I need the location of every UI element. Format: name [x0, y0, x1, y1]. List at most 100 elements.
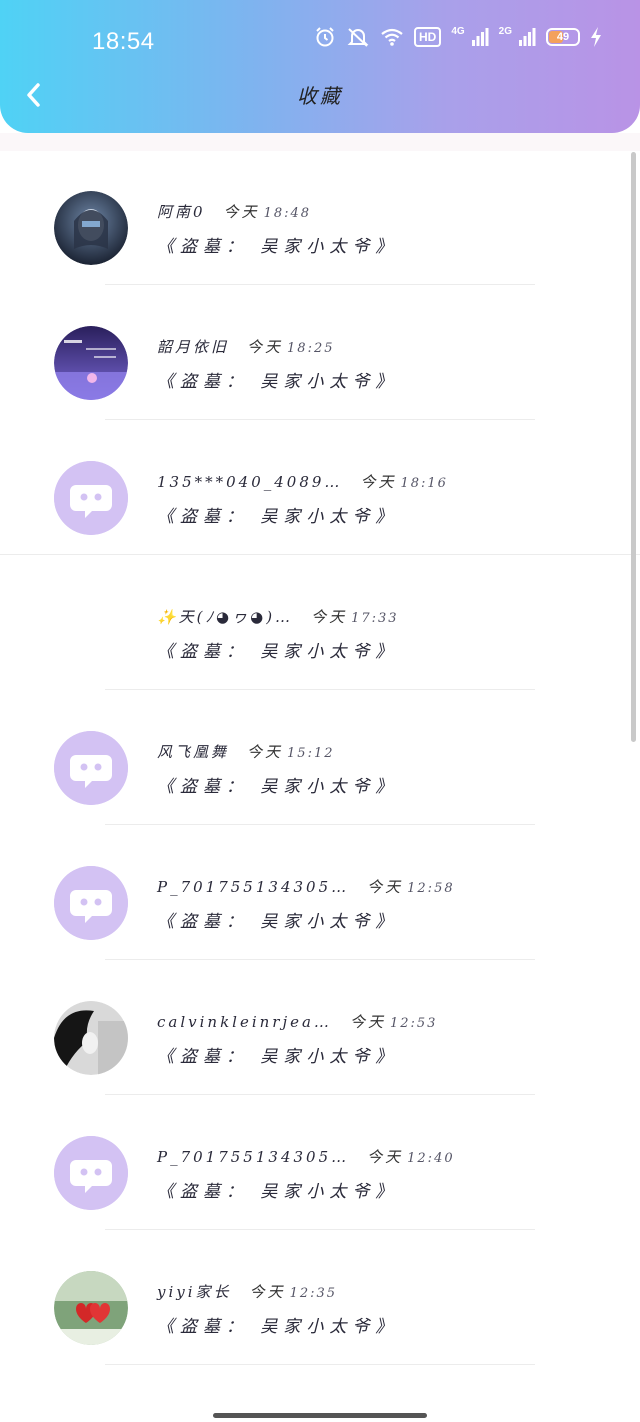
avatar[interactable]: [54, 1001, 128, 1075]
row-divider: [105, 1364, 535, 1365]
scrollbar[interactable]: [631, 152, 636, 742]
book-title[interactable]: 《盗墓： 吴家小太爷》: [157, 1312, 398, 1337]
row-divider: [0, 554, 640, 555]
book-title[interactable]: 《盗墓： 吴家小太爷》: [157, 637, 398, 662]
book-title[interactable]: 《盗墓： 吴家小太爷》: [157, 367, 398, 392]
timestamp-time: 18:48: [263, 206, 312, 221]
alarm-icon: [314, 26, 336, 48]
list-item[interactable]: 阿南0 今天 18:48 《盗墓： 吴家小太爷》: [0, 151, 640, 286]
book-title[interactable]: 《盗墓： 吴家小太爷》: [157, 772, 398, 797]
item-meta-line: 135***040_4089… 今天 18:16: [157, 471, 448, 492]
timestamp-time: 12:40: [407, 1151, 455, 1166]
item-meta-line: P_701755134305… 今天 12:40: [157, 1146, 455, 1167]
timestamp-time: 12:35: [289, 1286, 338, 1301]
avatar[interactable]: [54, 191, 128, 265]
user-name: P_701755134305…: [157, 878, 350, 896]
item-meta-line: P_701755134305… 今天 12:58: [157, 876, 455, 897]
row-divider: [105, 1229, 535, 1230]
network-label-2: 2G: [498, 25, 512, 37]
user-name: 风飞凰舞: [157, 743, 230, 761]
wifi-icon: [380, 27, 404, 47]
avatar[interactable]: [54, 866, 128, 940]
timestamp-time: 17:33: [351, 611, 399, 626]
timestamp-day: 今天: [247, 743, 284, 761]
book-title[interactable]: 《盗墓： 吴家小太爷》: [157, 232, 398, 257]
charging-bolt-icon: [590, 27, 602, 47]
row-divider: [105, 284, 535, 285]
signal-icon-1: [471, 28, 489, 46]
timestamp-day: 今天: [247, 338, 284, 356]
user-name: ✨天(ﾉ◕ヮ◕)…: [157, 608, 294, 626]
user-name: calvinkleinrjea…: [157, 1013, 332, 1031]
timestamp-time: 15:12: [287, 746, 335, 761]
list-item[interactable]: 135***040_4089… 今天 18:16 《盗墓： 吴家小太爷》: [0, 421, 640, 556]
item-meta-line: 风飞凰舞 今天 15:12: [157, 741, 335, 762]
item-meta-line: yiyi家长 今天 12:35: [157, 1281, 337, 1302]
list-item[interactable]: 韶月依旧 今天 18:25 《盗墓： 吴家小太爷》: [0, 286, 640, 421]
favorites-list: 阿南0 今天 18:48 《盗墓： 吴家小太爷》 韶月依旧 今天 18:25 《盗墓： 吴家小…: [0, 151, 640, 1422]
timestamp-day: 今天: [311, 608, 348, 626]
avatar[interactable]: [54, 1271, 128, 1345]
book-title[interactable]: 《盗墓： 吴家小太爷》: [157, 502, 398, 527]
item-meta-line: 阿南0 今天 18:48: [157, 201, 311, 222]
home-indicator[interactable]: [213, 1413, 427, 1418]
timestamp-time: 12:53: [389, 1016, 438, 1031]
timestamp-day: 今天: [249, 1283, 286, 1301]
page-title: 收藏: [297, 84, 343, 108]
item-meta-line: 韶月依旧 今天 18:25: [157, 336, 335, 357]
timestamp-day: 今天: [349, 1013, 386, 1031]
avatar[interactable]: [54, 461, 128, 535]
header-bar: 18:54 HD 4G 2G 49 收藏: [0, 0, 640, 133]
row-divider: [105, 419, 535, 420]
item-meta-line: ✨天(ﾉ◕ヮ◕)… 今天 17:33: [157, 606, 399, 627]
book-title[interactable]: 《盗墓： 吴家小太爷》: [157, 907, 398, 932]
list-item[interactable]: calvinkleinrjea… 今天 12:53 《盗墓： 吴家小太爷》: [0, 961, 640, 1096]
user-name: 135***040_4089…: [157, 473, 343, 491]
timestamp-time: 18:16: [400, 476, 448, 491]
timestamp-time: 12:58: [407, 881, 455, 896]
avatar[interactable]: [54, 731, 128, 805]
list-item[interactable]: 风飞凰舞 今天 15:12 《盗墓： 吴家小太爷》: [0, 691, 640, 826]
timestamp-time: 18:25: [287, 341, 335, 356]
list-item[interactable]: ✨天(ﾉ◕ヮ◕)… 今天 17:33 《盗墓： 吴家小太爷》: [0, 556, 640, 691]
timestamp: 今天 18:48: [224, 203, 311, 221]
list-item[interactable]: yiyi家长 今天 12:35 《盗墓： 吴家小太爷》: [0, 1231, 640, 1366]
avatar[interactable]: [54, 326, 128, 400]
user-name: P_701755134305…: [157, 1148, 350, 1166]
row-divider: [105, 689, 535, 690]
row-divider: [105, 959, 535, 960]
timestamp-day: 今天: [367, 1148, 404, 1166]
status-time: 18:54: [92, 28, 155, 55]
list-item[interactable]: P_701755134305… 今天 12:40 《盗墓： 吴家小太爷》: [0, 1096, 640, 1231]
battery-icon: 49: [546, 28, 580, 46]
timestamp: 今天 12:53: [350, 1013, 437, 1031]
timestamp-day: 今天: [360, 473, 397, 491]
user-name: yiyi家长: [157, 1283, 232, 1301]
hd-badge: HD: [413, 27, 442, 47]
book-title[interactable]: 《盗墓： 吴家小太爷》: [157, 1042, 398, 1067]
timestamp: 今天 15:12: [247, 743, 334, 761]
timestamp: 今天 18:25: [247, 338, 334, 356]
timestamp: 今天 17:33: [311, 608, 398, 626]
avatar[interactable]: [54, 1136, 128, 1210]
timestamp: 今天 12:35: [250, 1283, 337, 1301]
status-bar: 18:54 HD 4G 2G 49: [0, 0, 640, 80]
row-divider: [105, 1094, 535, 1095]
user-name: 阿南0: [157, 203, 206, 221]
timestamp: 今天 12:40: [367, 1148, 454, 1166]
row-divider: [105, 824, 535, 825]
header-spacer: [0, 133, 640, 151]
book-title[interactable]: 《盗墓： 吴家小太爷》: [157, 1177, 398, 1202]
item-meta-line: calvinkleinrjea… 今天 12:53: [157, 1011, 437, 1032]
timestamp-day: 今天: [367, 878, 404, 896]
timestamp: 今天 12:58: [367, 878, 454, 896]
user-name: 韶月依旧: [157, 338, 230, 356]
list-item[interactable]: P_701755134305… 今天 12:58 《盗墓： 吴家小太爷》: [0, 826, 640, 961]
timestamp: 今天 18:16: [360, 473, 447, 491]
status-icons: HD 4G 2G 49: [314, 26, 602, 48]
timestamp-day: 今天: [223, 203, 260, 221]
network-label-1: 4G: [451, 25, 465, 37]
signal-icon-2: [518, 28, 536, 46]
mute-bell-icon: [346, 26, 370, 48]
battery-percent: 49: [556, 31, 570, 43]
